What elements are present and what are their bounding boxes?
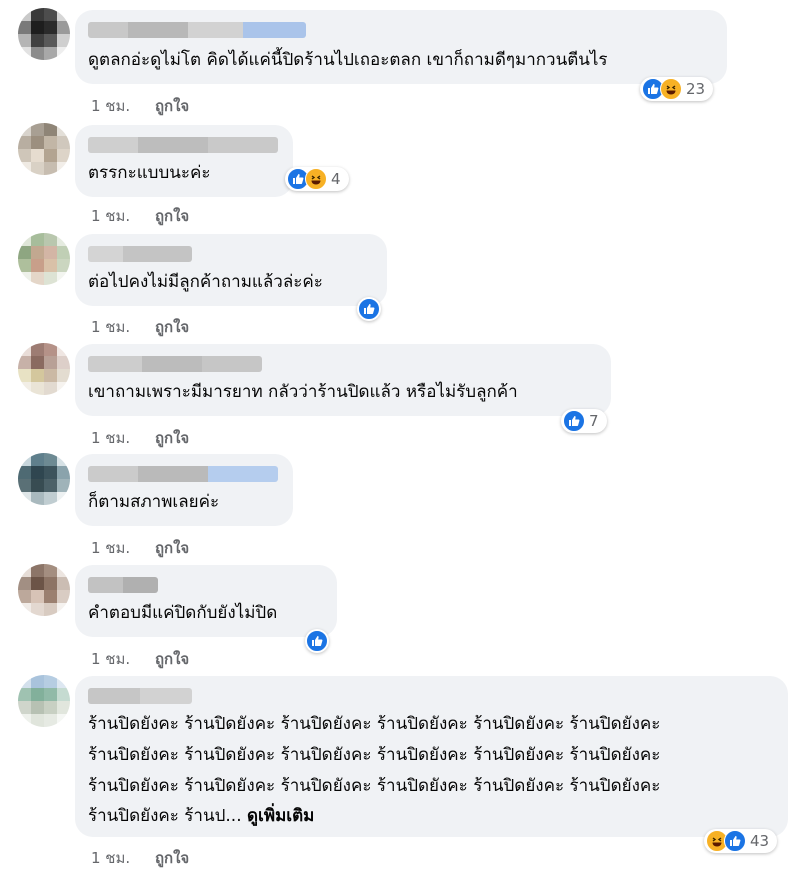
like-icon	[563, 410, 585, 432]
comment-actions: 1 ชม. ถูกใจ	[91, 647, 189, 671]
comment-time[interactable]: 1 ชม.	[91, 97, 130, 115]
comment-time[interactable]: 1 ชม.	[91, 318, 130, 336]
comment-time[interactable]: 1 ชม.	[91, 429, 130, 447]
see-more-link[interactable]: ดูเพิ่มเติม	[247, 806, 314, 826]
like-button[interactable]: ถูกใจ	[155, 539, 189, 557]
like-icon	[724, 830, 746, 852]
comment-time[interactable]: 1 ชม.	[91, 849, 130, 867]
avatar[interactable]	[18, 564, 70, 616]
reaction-count: 4	[331, 170, 341, 188]
comment-text: ก็ตามสภาพเลยค่ะ	[88, 492, 220, 512]
comment-bubble: เขาถามเพราะมีมารยาท กลัวว่าร้านปิดแล้ว ห…	[75, 344, 611, 416]
like-icon	[306, 630, 328, 652]
reaction-count: 43	[750, 832, 770, 850]
reaction-summary[interactable]	[305, 629, 329, 653]
blurred-author-name[interactable]	[88, 22, 306, 38]
like-button[interactable]: ถูกใจ	[155, 207, 189, 225]
comment-actions: 1 ชม. ถูกใจ	[91, 204, 189, 228]
blurred-author-name[interactable]	[88, 577, 158, 593]
avatar[interactable]	[18, 8, 70, 60]
comment-bubble: คำตอบมีแค่ปิดกับยังไม่ปิด	[75, 565, 337, 637]
like-button[interactable]: ถูกใจ	[155, 429, 189, 447]
comment-text-line: ร้านปิดยังคะ ร้านป... ดูเพิ่มเติม	[88, 804, 314, 829]
like-icon	[358, 298, 380, 320]
comment-text-line: ร้านปิดยังคะ ร้านปิดยังคะ ร้านปิดยังคะ ร…	[88, 776, 661, 796]
comment-text: เขาถามเพราะมีมารยาท กลัวว่าร้านปิดแล้ว ห…	[88, 382, 518, 402]
reaction-summary[interactable]	[357, 297, 381, 321]
like-button[interactable]: ถูกใจ	[155, 318, 189, 336]
comment-text-line: ร้านปิดยังคะ ร้านปิดยังคะ ร้านปิดยังคะ ร…	[88, 745, 661, 765]
comment-actions: 1 ชม. ถูกใจ	[91, 315, 189, 339]
avatar[interactable]	[18, 123, 70, 175]
reaction-count: 7	[589, 412, 599, 430]
reaction-count: 23	[686, 80, 706, 98]
comment-bubble: ก็ตามสภาพเลยค่ะ	[75, 454, 293, 526]
avatar[interactable]	[18, 675, 70, 727]
haha-icon	[660, 78, 682, 100]
like-button[interactable]: ถูกใจ	[155, 650, 189, 668]
comment-bubble: ตรรกะแบบนะค่ะ	[75, 125, 293, 197]
comment-bubble: ร้านปิดยังคะ ร้านปิดยังคะ ร้านปิดยังคะ ร…	[75, 676, 788, 837]
comment-actions: 1 ชม. ถูกใจ	[91, 536, 189, 560]
avatar[interactable]	[18, 233, 70, 285]
comment-text-truncated: ร้านปิดยังคะ ร้านป...	[88, 806, 242, 826]
comment-text-line: ร้านปิดยังคะ ร้านปิดยังคะ ร้านปิดยังคะ ร…	[88, 714, 661, 734]
like-button[interactable]: ถูกใจ	[155, 97, 189, 115]
reaction-summary[interactable]: 43	[704, 829, 778, 853]
comment-time[interactable]: 1 ชม.	[91, 207, 130, 225]
blurred-author-name[interactable]	[88, 466, 278, 482]
comment-time[interactable]: 1 ชม.	[91, 650, 130, 668]
reaction-summary[interactable]: 7	[561, 409, 607, 433]
comment-time[interactable]: 1 ชม.	[91, 539, 130, 557]
comment-actions: 1 ชม. ถูกใจ	[91, 846, 189, 870]
comment-actions: 1 ชม. ถูกใจ	[91, 94, 189, 118]
avatar[interactable]	[18, 453, 70, 505]
blurred-author-name[interactable]	[88, 246, 192, 262]
comment-bubble: ดูตลกอ่ะดูไม่โต คิดได้แค่นี้ปิดร้านไปเถอ…	[75, 10, 727, 84]
like-button[interactable]: ถูกใจ	[155, 849, 189, 867]
blurred-author-name[interactable]	[88, 356, 262, 372]
reaction-summary[interactable]: 23	[640, 77, 714, 101]
haha-icon	[305, 168, 327, 190]
avatar[interactable]	[18, 343, 70, 395]
comment-actions: 1 ชม. ถูกใจ	[91, 426, 189, 450]
comment-bubble: ต่อไปคงไม่มีลูกค้าถามแล้วล่ะค่ะ	[75, 234, 387, 306]
comment-text: ต่อไปคงไม่มีลูกค้าถามแล้วล่ะค่ะ	[88, 272, 323, 292]
blurred-author-name[interactable]	[88, 688, 192, 704]
comment-text: ดูตลกอ่ะดูไม่โต คิดได้แค่นี้ปิดร้านไปเถอ…	[88, 50, 608, 70]
reaction-summary[interactable]: 4	[285, 167, 349, 191]
comment-text: คำตอบมีแค่ปิดกับยังไม่ปิด	[88, 603, 278, 623]
blurred-author-name[interactable]	[88, 137, 278, 153]
comment-text: ตรรกะแบบนะค่ะ	[88, 163, 211, 183]
